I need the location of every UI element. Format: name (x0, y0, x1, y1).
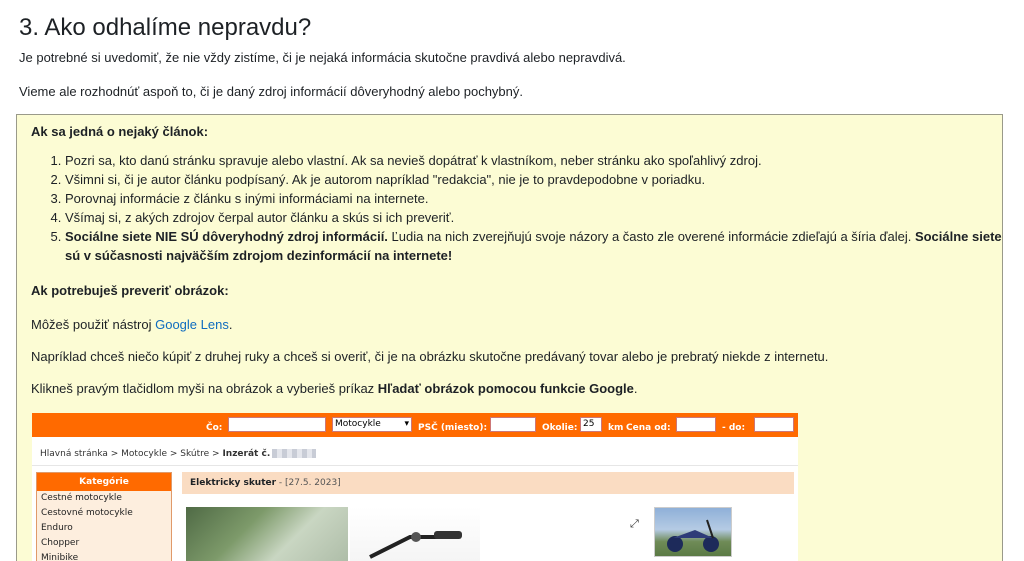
scooter-thumbnail-icon (667, 519, 719, 552)
lens-paragraph: Môžeš použiť nástroj Google Lens. (31, 317, 233, 332)
category-sidebar: Kategórie Cestné motocykle Cestovné moto… (36, 472, 172, 561)
okolie-label: Okolie: (542, 423, 578, 433)
psc-label: PSČ (miesto): (418, 423, 488, 433)
intro-paragraph-2: Vieme ale rozhodnúť aspoň to, či je daný… (19, 84, 523, 99)
psc-input[interactable] (490, 417, 536, 432)
list-item: Porovnaj informácie z článku s inými inf… (65, 189, 1005, 208)
list-item: Všímaj si, z akých zdrojov čerpal autor … (65, 208, 1005, 227)
listing-photo-scooter[interactable] (350, 507, 480, 561)
blurred-listing-id (272, 449, 317, 458)
article-steps-list: Pozri sa, kto danú stránku spravuje aleb… (31, 151, 1005, 265)
divider (32, 465, 798, 466)
image-heading: Ak potrebuješ preveriť obrázok: (31, 283, 229, 298)
okolie-input[interactable]: 25 (580, 417, 602, 432)
click-paragraph: Klikneš pravým tlačidlom myši na obrázok… (31, 381, 638, 396)
listing-header: Elektricky skuter - [27.5. 2023] (182, 472, 794, 494)
cena-label: Cena od: (626, 423, 671, 433)
do-label: - do: (722, 423, 746, 433)
km-label: km (608, 423, 624, 433)
info-box: Ak sa jedná o nejaký článok: Pozri sa, k… (16, 114, 1003, 561)
section-title: 3. Ako odhalíme nepravdu? (19, 14, 312, 41)
page: 3. Ako odhalíme nepravdu? Je potrebné si… (0, 0, 1024, 561)
intro-paragraph-1: Je potrebné si uvedomiť, že nie vždy zis… (19, 50, 626, 65)
example-screenshot[interactable]: Čo: Motocykle PSČ (miesto): Okolie: 25 k… (32, 413, 798, 561)
list-item: Sociálne siete NIE SÚ dôveryhodný zdroj … (65, 227, 1005, 265)
buy-paragraph: Napríklad chceš niečo kúpiť z druhej ruk… (31, 349, 829, 364)
cena-to-input[interactable] (754, 417, 794, 432)
category-select[interactable]: Motocykle (332, 417, 412, 432)
co-input[interactable] (228, 417, 326, 432)
sidebar-item[interactable]: Cestné motocykle (37, 491, 171, 506)
cena-from-input[interactable] (676, 417, 716, 432)
expand-icon[interactable]: ⤢ (630, 515, 639, 533)
listing-photo[interactable] (186, 507, 348, 561)
co-label: Čo: (206, 423, 223, 433)
google-lens-link[interactable]: Google Lens (155, 317, 229, 332)
step5-bold-a: Sociálne siete NIE SÚ dôveryhodný zdroj … (65, 229, 388, 244)
article-heading: Ak sa jedná o nejaký článok: (31, 124, 209, 139)
scooter-handlebar-icon (369, 531, 462, 559)
marketplace-search-bar: Čo: Motocykle PSČ (miesto): Okolie: 25 k… (32, 413, 798, 437)
sidebar-item[interactable]: Cestovné motocykle (37, 506, 171, 521)
step5-text: Ľudia na nich zverejňujú svoje názory a … (387, 229, 915, 244)
breadcrumb: Hlavná stránka > Motocykle > Skútre > In… (40, 445, 317, 463)
list-item: Všimni si, či je autor článku podpísaný.… (65, 170, 1005, 189)
listing-thumbnail[interactable] (654, 507, 732, 557)
list-item: Pozri sa, kto danú stránku spravuje aleb… (65, 151, 1005, 170)
sidebar-item[interactable]: Chopper (37, 536, 171, 551)
sidebar-item[interactable]: Enduro (37, 521, 171, 536)
sidebar-title: Kategórie (37, 473, 171, 491)
search-command-text: Hľadať obrázok pomocou funkcie Google (377, 381, 634, 396)
sidebar-item[interactable]: Minibike (37, 551, 171, 561)
